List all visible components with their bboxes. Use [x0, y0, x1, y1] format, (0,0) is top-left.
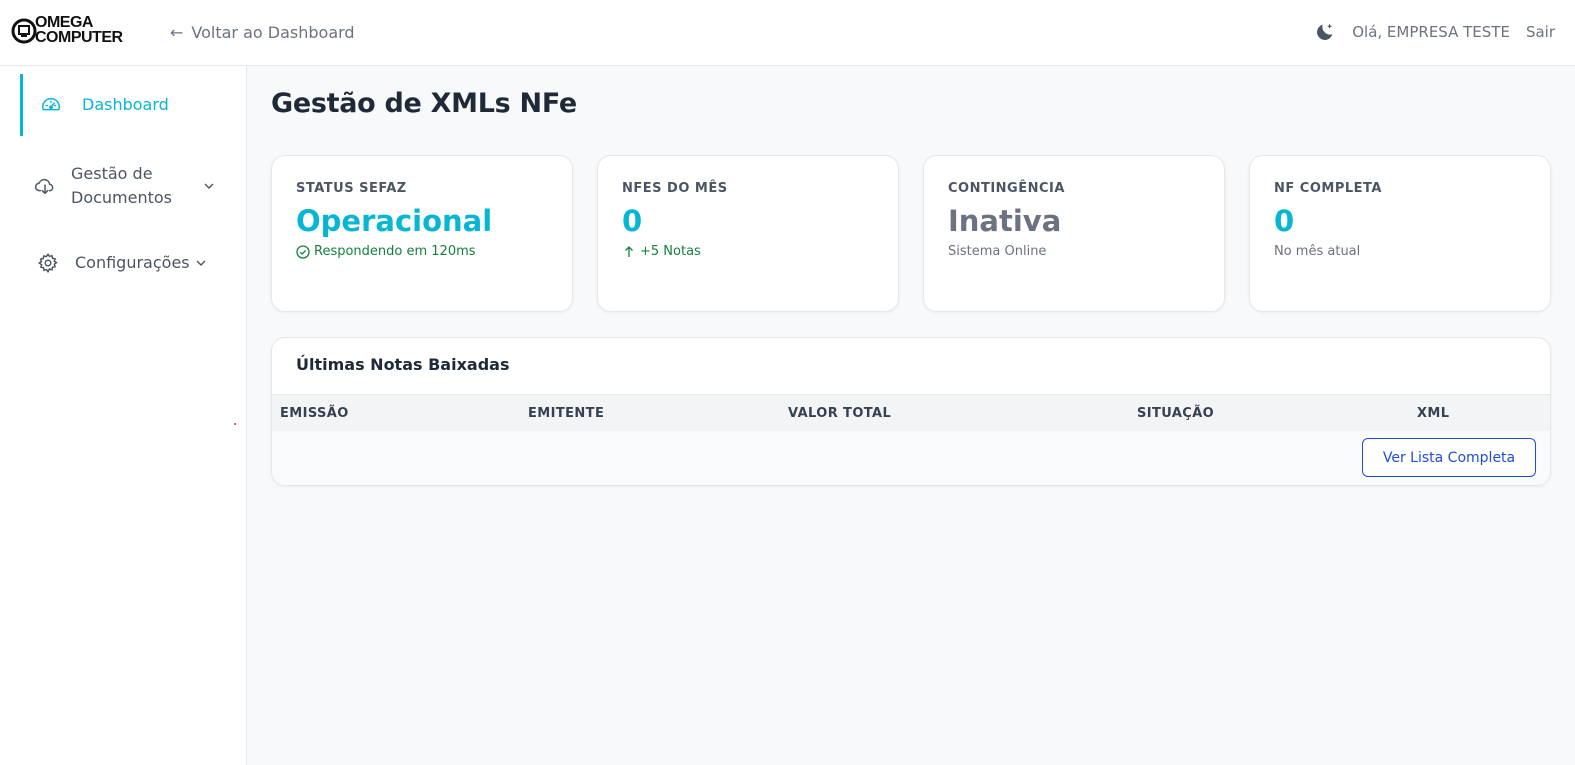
- stray-dot: [234, 423, 236, 425]
- sidebar: Dashboard Gestão de Documentos Configura…: [0, 66, 247, 765]
- gear-icon: [38, 253, 58, 274]
- logout-link[interactable]: Sair: [1526, 23, 1555, 41]
- logo-text: OMEGA COMPUTER: [35, 14, 123, 46]
- column-header-status[interactable]: SITUAÇÃO: [1137, 406, 1214, 421]
- card-subtext-label: No mês atual: [1274, 244, 1361, 259]
- omega-computer-logo[interactable]: OMEGA COMPUTER: [11, 15, 147, 47]
- card-label: NFES DO MÊS: [622, 181, 728, 196]
- column-header-total-value[interactable]: VALOR TOTAL: [788, 406, 891, 421]
- latest-notes-panel: Últimas Notas Baixadas EMISSÃO EMITENTE …: [271, 337, 1551, 486]
- view-full-list-button[interactable]: Ver Lista Completa: [1362, 438, 1536, 477]
- sidebar-item-label: Dashboard: [82, 95, 169, 114]
- logo-text-line1: OMEGA: [35, 14, 93, 31]
- card-subtext-label: +5 Notas: [640, 244, 701, 259]
- card-value: Inativa: [948, 204, 1062, 238]
- back-to-dashboard-link[interactable]: ← Voltar ao Dashboard: [170, 20, 355, 44]
- arrow-left-icon: ←: [170, 22, 184, 42]
- card-subtext: +5 Notas: [622, 244, 701, 259]
- card-value: Operacional: [296, 204, 493, 238]
- panel-title: Últimas Notas Baixadas: [296, 355, 510, 374]
- header-user-area: Olá, EMPRESA TESTE Sair: [1314, 18, 1555, 46]
- card-value: 0: [1274, 204, 1295, 238]
- logo-text-line2: COMPUTER: [35, 29, 123, 46]
- card-value: 0: [622, 204, 643, 238]
- sidebar-item-label: Gestão de Documentos: [71, 164, 173, 207]
- page-title: Gestão de XMLs NFe: [271, 88, 577, 119]
- stat-card-nfes-month: NFES DO MÊS 0 +5 Notas: [597, 155, 899, 312]
- cloud-download-icon: [34, 178, 54, 195]
- stat-card-contingency: CONTINGÊNCIA Inativa Sistema Online: [923, 155, 1225, 312]
- card-subtext-label: Respondendo em 120ms: [314, 244, 476, 259]
- arrow-up-icon: [625, 245, 633, 257]
- column-header-emission[interactable]: EMISSÃO: [280, 406, 349, 421]
- card-subtext: Sistema Online: [948, 244, 1046, 259]
- check-circle-icon: [296, 244, 310, 259]
- table-header: EMISSÃO EMITENTE VALOR TOTAL SITUAÇÃO XM…: [272, 394, 1550, 431]
- sidebar-item-dashboard[interactable]: Dashboard: [20, 74, 226, 136]
- back-link-label: Voltar ao Dashboard: [191, 22, 355, 42]
- stat-card-sefaz-status: STATUS SEFAZ Operacional Respondendo em …: [271, 155, 573, 312]
- chevron-down-icon: [204, 183, 214, 189]
- user-greeting: Olá, EMPRESA TESTE: [1352, 23, 1510, 41]
- column-header-issuer[interactable]: EMITENTE: [528, 406, 604, 421]
- gauge-icon: [42, 97, 60, 111]
- card-subtext-label: Sistema Online: [948, 244, 1047, 259]
- card-label: CONTINGÊNCIA: [948, 181, 1065, 196]
- sidebar-item-label: Configurações: [75, 253, 190, 272]
- card-label: STATUS SEFAZ: [296, 181, 407, 196]
- sidebar-item-settings[interactable]: Configurações: [20, 248, 226, 278]
- moon-icon[interactable]: [1314, 21, 1336, 43]
- sidebar-item-document-management[interactable]: Gestão de Documentos: [20, 158, 226, 214]
- card-subtext: No mês atual: [1274, 244, 1360, 259]
- stat-card-nf-complete: NF COMPLETA 0 No mês atual: [1249, 155, 1551, 312]
- column-header-xml[interactable]: XML: [1417, 406, 1449, 421]
- top-header: OMEGA COMPUTER ← Voltar ao Dashboard Olá…: [0, 0, 1575, 66]
- chevron-down-icon: [196, 260, 206, 266]
- card-subtext: Respondendo em 120ms: [296, 244, 476, 259]
- card-label: NF COMPLETA: [1274, 181, 1382, 196]
- panel-footer: Ver Lista Completa: [272, 431, 1550, 485]
